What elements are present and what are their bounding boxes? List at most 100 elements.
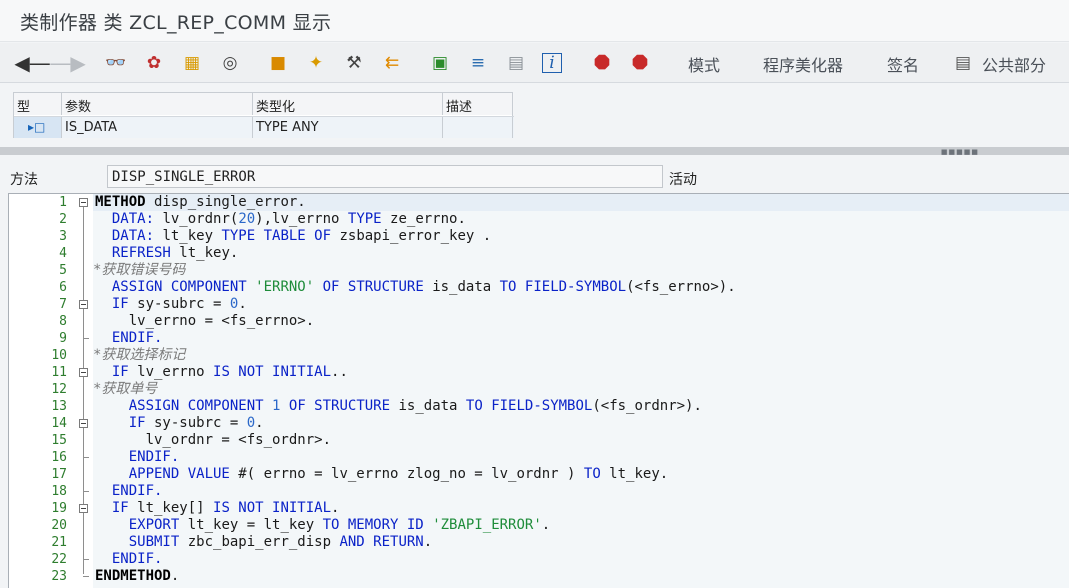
code-line[interactable]: 19 IF lt_key[] IS NOT INITIAL. xyxy=(9,500,1069,517)
line-number: 23 xyxy=(51,569,67,584)
align-icon[interactable]: ≡ xyxy=(466,51,490,75)
param-name-cell[interactable]: IS_DATA xyxy=(62,117,253,138)
code-line[interactable]: 4 REFRESH lt_key. xyxy=(9,245,1069,262)
code-line[interactable]: 20 EXPORT lt_key = lt_key TO MEMORY ID '… xyxy=(9,517,1069,534)
title-bar: 类制作器 类 ZCL_REP_COMM 显示 xyxy=(0,0,1069,42)
code-line[interactable]: 8 lv_errno = <fs_errno>. xyxy=(9,313,1069,330)
table-row[interactable]: ▸□ IS_DATA TYPE ANY xyxy=(14,116,514,138)
line-number: 13 xyxy=(51,399,67,414)
activate-icon[interactable]: ✿ xyxy=(142,51,166,75)
param-desc-cell[interactable] xyxy=(443,117,513,138)
fold-toggle-icon[interactable] xyxy=(79,419,88,428)
col-header-param[interactable]: 参数 xyxy=(62,93,253,115)
check-icon[interactable]: ■ xyxy=(266,51,290,75)
code-line[interactable]: 17 APPEND VALUE #( errno = lv_errno zlog… xyxy=(9,466,1069,483)
line-number: 4 xyxy=(59,246,67,261)
code-line[interactable]: 3 DATA: lt_key TYPE TABLE OF zsbapi_erro… xyxy=(9,228,1069,245)
code-line[interactable]: 18 ENDIF. xyxy=(9,483,1069,500)
object-list-icon[interactable]: ▦ xyxy=(180,51,204,75)
public-section-button[interactable]: 公共部分 xyxy=(982,52,1046,76)
line-number: 20 xyxy=(51,518,67,533)
code-text: DATA: lt_key TYPE TABLE OF zsbapi_error_… xyxy=(111,228,492,244)
hierarchy-icon[interactable]: ▣ xyxy=(428,51,452,75)
code-line[interactable]: 23 ENDMETHOD. xyxy=(9,568,1069,585)
code-text: ENDIF. xyxy=(128,449,180,465)
line-number: 9 xyxy=(59,331,67,346)
code-text: SUBMIT zbc_bapi_err_disp AND RETURN. xyxy=(128,534,433,550)
info-icon[interactable]: i xyxy=(542,53,562,73)
line-number: 16 xyxy=(51,450,67,465)
line-number: 17 xyxy=(51,467,67,482)
code-line[interactable]: 7 IF sy-subrc = 0. xyxy=(9,296,1069,313)
code-line[interactable]: 16 ENDIF. xyxy=(9,449,1069,466)
glasses-display-icon[interactable]: 👓 xyxy=(104,51,128,75)
table-header: 型 参数 类型化 描述 xyxy=(14,93,514,115)
code-comment: *获取选择标记 xyxy=(93,347,186,363)
code-line[interactable]: 11 IF lv_errno IS NOT INITIAL.. xyxy=(9,364,1069,381)
fold-end-marker xyxy=(83,559,89,560)
fold-toggle-icon[interactable] xyxy=(79,198,88,207)
where-used-icon[interactable]: ◎ xyxy=(218,51,242,75)
col-header-typing[interactable]: 类型化 xyxy=(253,93,443,115)
line-number: 3 xyxy=(59,229,67,244)
code-text: IF lt_key[] IS NOT INITIAL. xyxy=(111,500,340,516)
panel-splitter[interactable]: ■■■■■ xyxy=(0,147,1069,156)
tools-icon[interactable]: ⚒ xyxy=(342,51,366,75)
wand-icon[interactable]: ✦ xyxy=(304,51,328,75)
window-title: 类制作器 类 ZCL_REP_COMM 显示 xyxy=(20,12,332,34)
code-line[interactable]: 6 ASSIGN COMPONENT 'ERRNO' OF STRUCTURE … xyxy=(9,279,1069,296)
stop-icon[interactable]: ⯃ xyxy=(590,51,614,75)
code-line[interactable]: 13 ASSIGN COMPONENT 1 OF STRUCTURE is_da… xyxy=(9,398,1069,415)
code-line[interactable]: 12 *获取单号 xyxy=(9,381,1069,398)
col-header-desc[interactable]: 描述 xyxy=(443,93,513,115)
code-line[interactable]: 15 lv_ordnr = <fs_ordnr>. xyxy=(9,432,1069,449)
code-line[interactable]: 22 ENDIF. xyxy=(9,551,1069,568)
code-line[interactable]: 10 *获取选择标记 xyxy=(9,347,1069,364)
col-header-type[interactable]: 型 xyxy=(14,93,62,115)
line-number: 12 xyxy=(51,382,67,397)
code-line[interactable]: 5 *获取错误号码 xyxy=(9,262,1069,279)
line-number: 10 xyxy=(51,348,67,363)
document-list-icon[interactable]: ▤ xyxy=(951,51,975,75)
code-text: ENDIF. xyxy=(111,551,163,567)
method-name-field[interactable]: DISP_SINGLE_ERROR xyxy=(107,165,663,188)
fold-toggle-icon[interactable] xyxy=(79,504,88,513)
method-label: 方法 xyxy=(10,172,38,188)
signature-button[interactable]: 签名 xyxy=(887,52,919,76)
activation-status: 活动 xyxy=(669,172,697,188)
navigate-icon[interactable]: ⇇ xyxy=(380,51,404,75)
code-line[interactable]: 1 METHOD disp_single_error. xyxy=(9,194,1069,211)
application-toolbar: ◀― ―▶ 👓 ✿ ▦ ◎ ■ ✦ ⚒ ⇇ ▣ ≡ ▤ i ⯃ ⯃ 模式 程序美… xyxy=(0,43,1069,83)
splitter-grip-icon[interactable]: ■■■■■ xyxy=(941,148,979,156)
param-typing-cell[interactable]: TYPE ANY xyxy=(253,117,443,138)
code-text: ASSIGN COMPONENT 'ERRNO' OF STRUCTURE is… xyxy=(111,279,736,295)
code-line[interactable]: 21 SUBMIT zbc_bapi_err_disp AND RETURN. xyxy=(9,534,1069,551)
line-number: 6 xyxy=(59,280,67,295)
forward-arrow-icon[interactable]: ―▶ xyxy=(50,51,85,75)
code-line[interactable]: 2 DATA: lv_ordnr(20),lv_errno TYPE ze_er… xyxy=(9,211,1069,228)
back-arrow-icon[interactable]: ◀― xyxy=(14,51,49,75)
code-text: ASSIGN COMPONENT 1 OF STRUCTURE is_data … xyxy=(128,398,702,414)
code-text: ENDIF. xyxy=(111,483,163,499)
mode-button[interactable]: 模式 xyxy=(688,52,720,76)
param-kind-icon[interactable]: ▸□ xyxy=(14,117,62,138)
fold-end-marker xyxy=(83,338,89,339)
fold-toggle-icon[interactable] xyxy=(79,300,88,309)
code-text: IF sy-subrc = 0. xyxy=(111,296,247,312)
code-line[interactable]: 9 ENDIF. xyxy=(9,330,1069,347)
code-text: ENDMETHOD. xyxy=(95,568,180,584)
parameters-table: 型 参数 类型化 描述 ▸□ IS_DATA TYPE ANY xyxy=(13,92,514,138)
line-number: 15 xyxy=(51,433,67,448)
doc-icon[interactable]: ▤ xyxy=(504,51,528,75)
line-number: 11 xyxy=(51,365,67,380)
line-number: 2 xyxy=(59,212,67,227)
method-header: 方法 DISP_SINGLE_ERROR 活动 xyxy=(0,162,1069,190)
code-text: lv_ordnr = <fs_ordnr>. xyxy=(95,432,332,448)
pretty-printer-button[interactable]: 程序美化器 xyxy=(763,52,843,76)
user-stop-icon[interactable]: ⯃ xyxy=(628,51,652,75)
code-line[interactable]: 14 IF sy-subrc = 0. xyxy=(9,415,1069,432)
fold-toggle-icon[interactable] xyxy=(79,368,88,377)
code-text: IF sy-subrc = 0. xyxy=(128,415,264,431)
fold-end-marker xyxy=(83,457,89,458)
code-editor[interactable]: 1 METHOD disp_single_error. 2 DATA: lv_o… xyxy=(8,193,1069,588)
